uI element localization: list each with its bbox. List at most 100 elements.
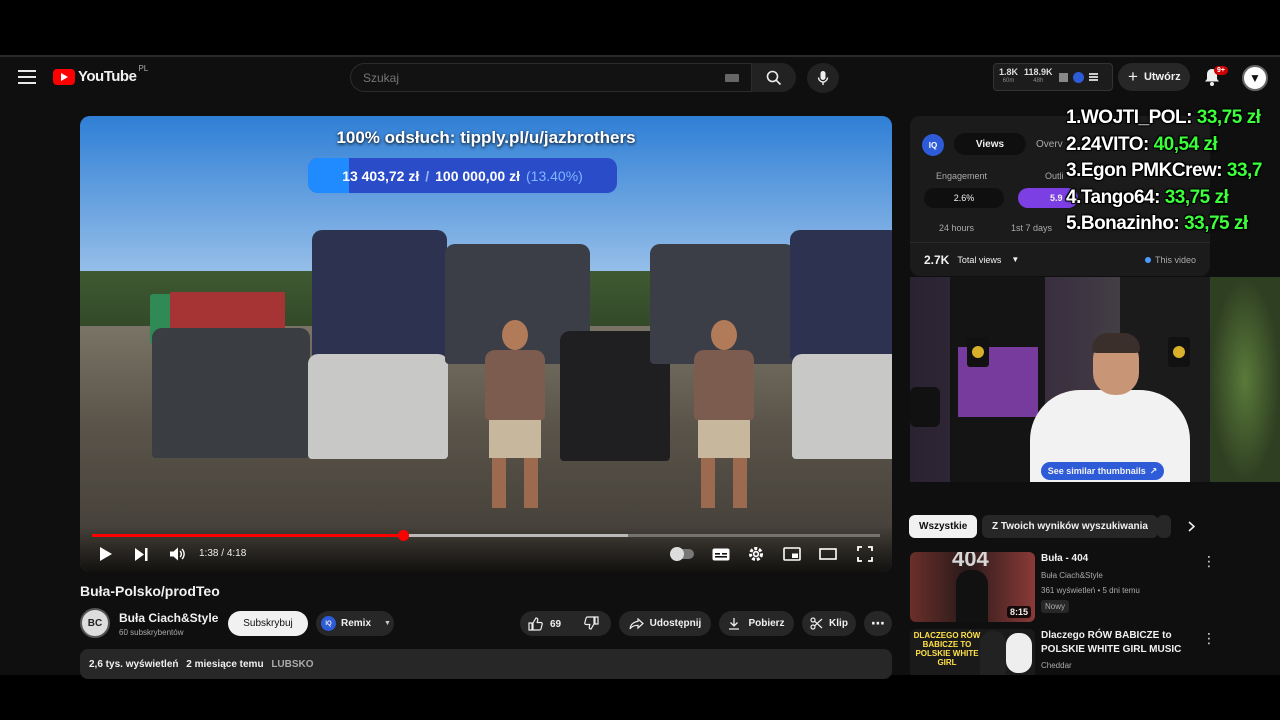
volume-icon bbox=[169, 547, 185, 561]
recommendation-thumbnail[interactable]: 404 8:15 bbox=[910, 552, 1035, 622]
create-label: Utwórz bbox=[1143, 71, 1181, 83]
more-options-icon[interactable]: ⋮ bbox=[1202, 630, 1216, 647]
streamer-hair bbox=[1092, 333, 1140, 353]
upload-date: 2 miesiące temu bbox=[186, 659, 264, 670]
engagement-value: 2.6% bbox=[924, 188, 1004, 208]
see-similar-thumbnails-button[interactable]: See similar thumbnails ↗ bbox=[1041, 462, 1164, 480]
progress-bar[interactable] bbox=[92, 530, 880, 541]
voice-search-button[interactable] bbox=[807, 63, 839, 93]
account-avatar[interactable]: ▼ bbox=[1242, 65, 1268, 91]
donation-progress-text: 13 403,72 zł / 100 000,00 zł (13.40%) bbox=[308, 158, 617, 193]
list-icon[interactable] bbox=[1088, 73, 1098, 81]
create-button[interactable]: + Utwórz bbox=[1118, 63, 1190, 91]
download-button[interactable]: Pobierz bbox=[719, 611, 794, 636]
bar-chart-icon bbox=[1058, 72, 1068, 82]
webcam-plant bbox=[1210, 277, 1280, 482]
chip-from-search[interactable]: Z Twoich wyników wyszukiwania bbox=[982, 515, 1158, 538]
share-label: Udostępnij bbox=[649, 618, 702, 629]
search-input[interactable] bbox=[363, 70, 725, 85]
total-views-select[interactable]: Total views ▼ bbox=[957, 255, 1019, 265]
more-options-icon[interactable]: ⋮ bbox=[1202, 553, 1216, 570]
video-truck-box bbox=[170, 292, 285, 332]
search-button[interactable] bbox=[752, 63, 796, 92]
remix-button[interactable]: IQ Remix ▼ bbox=[316, 611, 394, 636]
donation-progress-bar: 13 403,72 zł / 100 000,00 zł (13.40%) bbox=[308, 158, 617, 193]
donation-percent: (13.40%) bbox=[526, 167, 583, 184]
new-badge: Nowy bbox=[1041, 600, 1070, 613]
clip-label: Klip bbox=[829, 618, 848, 629]
stat-48h: 118.9K 48h bbox=[1024, 67, 1053, 85]
recommendation-channel[interactable]: Cheddar bbox=[1041, 661, 1072, 670]
donation-current: 13 403,72 zł bbox=[342, 167, 420, 184]
recommendation-item[interactable]: DLACZEGO RÓW BABICZE TO POLSKIE WHITE GI… bbox=[910, 629, 1210, 675]
chips-next-button[interactable] bbox=[1183, 517, 1199, 535]
location-tag[interactable]: LUBSKO bbox=[271, 659, 313, 670]
more-actions-button[interactable]: ⋯ bbox=[864, 611, 892, 636]
chevron-right-icon bbox=[1187, 520, 1195, 532]
chip-next-partial[interactable] bbox=[1157, 515, 1171, 538]
thumbnail-figure bbox=[956, 570, 988, 622]
play-icon bbox=[100, 547, 112, 561]
next-button[interactable] bbox=[134, 546, 148, 562]
leaderboard-row: 3.Egon PMKCrew: 33,7 bbox=[1066, 160, 1262, 181]
notification-badge: 9+ bbox=[1214, 66, 1228, 75]
window-top-border bbox=[0, 55, 1280, 57]
settings-button[interactable] bbox=[748, 546, 764, 562]
tab-views[interactable]: Views bbox=[954, 133, 1026, 155]
remix-label: Remix bbox=[341, 618, 372, 629]
miniplayer-icon bbox=[783, 547, 801, 561]
outlier-label: Outli bbox=[1045, 171, 1064, 181]
chip-all[interactable]: Wszystkie bbox=[909, 515, 978, 538]
download-label: Pobierz bbox=[748, 618, 785, 629]
channel-avatar[interactable]: BC bbox=[80, 608, 110, 638]
video-car bbox=[792, 354, 892, 459]
recommendation-channel[interactable]: Buła Ciach&Style bbox=[1041, 571, 1103, 580]
theater-icon bbox=[819, 548, 837, 560]
recommendation-title[interactable]: Dlaczego RÓW BABICZE to POLSKIE WHITE GI… bbox=[1041, 629, 1191, 657]
logo-text: YouTube bbox=[78, 68, 137, 85]
recommendation-title[interactable]: Buła - 404 bbox=[1041, 552, 1191, 566]
stat-60m: 1.8K 60m bbox=[999, 67, 1019, 85]
subtitles-icon bbox=[712, 548, 730, 560]
fullscreen-button[interactable] bbox=[857, 546, 873, 562]
play-button[interactable] bbox=[99, 546, 113, 562]
youtube-logo[interactable]: YouTube PL bbox=[53, 64, 148, 85]
autoplay-toggle[interactable] bbox=[670, 546, 694, 562]
keyboard-icon[interactable] bbox=[725, 73, 739, 82]
channel-name[interactable]: Buła Ciach&Style bbox=[119, 611, 218, 625]
scissors-icon bbox=[810, 617, 823, 630]
recommendation-thumbnail[interactable]: DLACZEGO RÓW BABICZE TO POLSKIE WHITE GI… bbox=[910, 629, 1035, 675]
volume-button[interactable] bbox=[169, 546, 185, 562]
subtitles-button[interactable] bbox=[712, 546, 730, 562]
recommendation-item[interactable]: 404 8:15 Buła - 404 Buła Ciach&Style 361… bbox=[910, 552, 1210, 622]
channel-subscribers: 60 subskrybentów bbox=[119, 628, 184, 637]
share-button[interactable]: Udostępnij bbox=[619, 611, 711, 636]
like-button[interactable]: 69 bbox=[528, 615, 561, 633]
this-video-dot-icon bbox=[1144, 256, 1151, 263]
webcam-microphone bbox=[910, 387, 940, 427]
video-person bbox=[694, 320, 754, 510]
search-box[interactable] bbox=[350, 63, 752, 92]
subscribe-button[interactable]: Subskrybuj bbox=[228, 611, 308, 636]
video-car bbox=[152, 328, 310, 458]
thumbnail-text: 404 bbox=[952, 552, 989, 571]
theater-mode-button[interactable] bbox=[819, 546, 837, 562]
donation-goal: 100 000,00 zł bbox=[435, 167, 520, 184]
thumbnail-figure bbox=[980, 631, 1006, 675]
logo-country: PL bbox=[138, 64, 149, 73]
video-player[interactable]: 100% odsłuch: tipply.pl/u/jazbrothers 13… bbox=[80, 116, 892, 572]
miniplayer-button[interactable] bbox=[783, 546, 801, 562]
progress-played bbox=[92, 534, 404, 537]
description-box[interactable]: 2,6 tys. wyświetleń 2 miesiące temu LUBS… bbox=[80, 649, 892, 679]
dislike-button[interactable] bbox=[584, 616, 599, 632]
search-icon bbox=[766, 70, 782, 85]
next-icon bbox=[134, 547, 147, 561]
speaker-left bbox=[967, 337, 989, 367]
leaderboard-row: 4.Tango64: 33,75 zł bbox=[1066, 186, 1229, 208]
leaderboard-row: 5.Bonazinho: 33,75 zł bbox=[1066, 213, 1248, 234]
donation-leaderboard: 1.WOJTI_POL: 33,75 zł 2.24VITO: 40,54 zł… bbox=[1066, 105, 1280, 238]
realtime-stats[interactable]: 1.8K 60m 118.9K 48h bbox=[993, 63, 1113, 91]
microphone-icon bbox=[817, 71, 829, 85]
clip-button[interactable]: Klip bbox=[802, 611, 856, 636]
menu-icon[interactable] bbox=[18, 70, 36, 84]
